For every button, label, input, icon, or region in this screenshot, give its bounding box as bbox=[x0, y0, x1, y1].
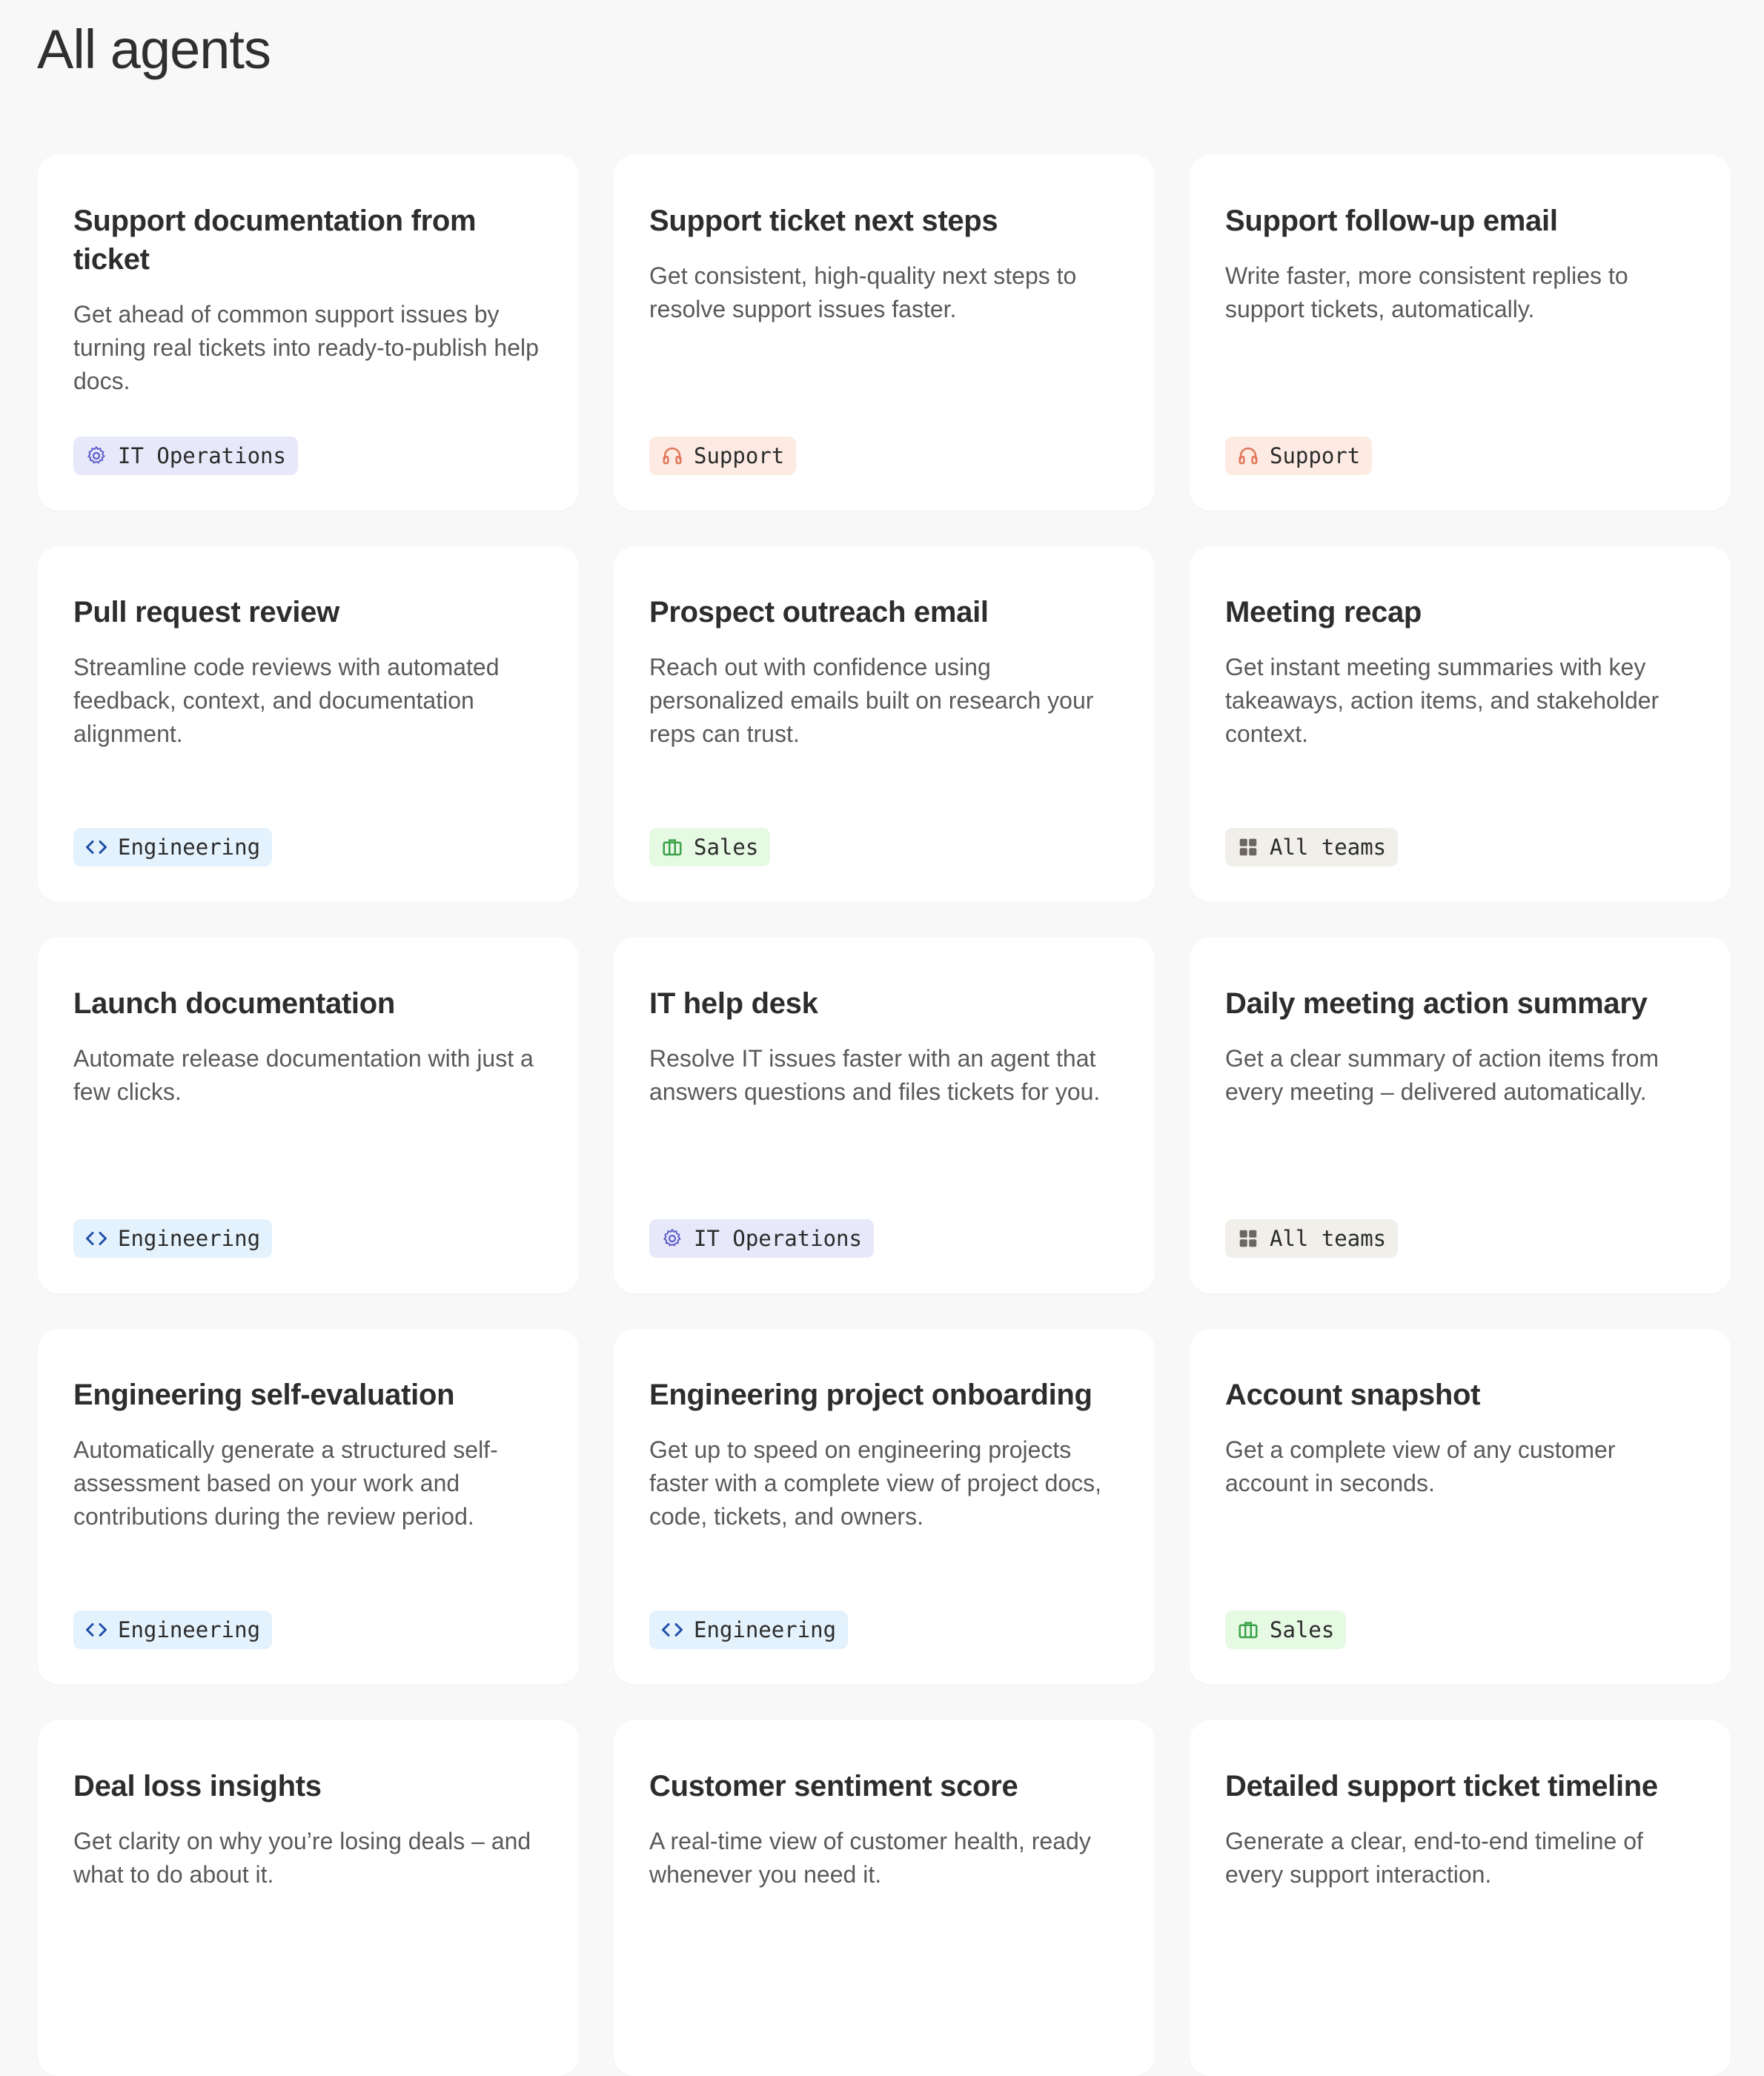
card-description: Streamline code reviews with automated f… bbox=[73, 654, 500, 747]
team-badge: Support bbox=[1225, 437, 1373, 475]
briefcase-icon bbox=[661, 836, 683, 858]
card-title: Pull request review bbox=[73, 596, 339, 629]
card-description: Get a complete view of any customer acco… bbox=[1225, 1436, 1616, 1496]
card-title: Detailed support ticket timeline bbox=[1225, 1770, 1658, 1803]
card-description: Write faster, more consistent replies to… bbox=[1225, 262, 1628, 322]
team-badge: IT Operations bbox=[73, 437, 298, 475]
grid-icon bbox=[1237, 1227, 1259, 1250]
agent-card-it-help-desk[interactable]: IT help desk Resolve IT issues faster wi… bbox=[614, 938, 1155, 1293]
card-title: Prospect outreach email bbox=[649, 596, 989, 629]
team-label: Engineering bbox=[118, 1617, 261, 1642]
team-badge: Sales bbox=[1225, 1611, 1347, 1649]
team-label: IT Operations bbox=[694, 1226, 862, 1251]
agent-card-detailed-support-ticket-timeline[interactable]: Detailed support ticket timeline Generat… bbox=[1190, 1720, 1731, 2076]
code-icon bbox=[85, 1619, 107, 1641]
headset-icon bbox=[661, 445, 683, 467]
grid-icon bbox=[1237, 836, 1259, 858]
card-title: Deal loss insights bbox=[73, 1770, 322, 1803]
card-title: Engineering self-evaluation bbox=[73, 1379, 455, 1411]
card-description: Get up to speed on engineering projects … bbox=[649, 1436, 1102, 1530]
team-label: All teams bbox=[1270, 1226, 1387, 1251]
card-description: A real-time view of customer health, rea… bbox=[649, 1828, 1091, 1888]
briefcase-icon bbox=[1237, 1619, 1259, 1641]
code-icon bbox=[85, 1227, 107, 1250]
team-label: Engineering bbox=[118, 1226, 261, 1251]
card-title: Launch documentation bbox=[73, 987, 396, 1020]
team-badge: Support bbox=[649, 437, 797, 475]
team-label: All teams bbox=[1270, 835, 1387, 860]
agent-card-support-follow-up-email[interactable]: Support follow-up email Write faster, mo… bbox=[1190, 155, 1731, 511]
agent-card-launch-documentation[interactable]: Launch documentation Automate release do… bbox=[38, 938, 579, 1293]
card-description: Reach out with confidence using personal… bbox=[649, 654, 1094, 747]
agent-card-support-ticket-next-steps[interactable]: Support ticket next steps Get consistent… bbox=[614, 155, 1155, 511]
card-description: Generate a clear, end-to-end timeline of… bbox=[1225, 1828, 1643, 1888]
code-icon bbox=[85, 836, 107, 858]
agent-card-daily-meeting-action-summary[interactable]: Daily meeting action summary Get a clear… bbox=[1190, 938, 1731, 1293]
team-badge: Engineering bbox=[73, 1219, 273, 1258]
card-description: Get a clear summary of action items from… bbox=[1225, 1045, 1659, 1105]
card-description: Get consistent, high-quality next steps … bbox=[649, 262, 1077, 322]
card-title: Daily meeting action summary bbox=[1225, 987, 1648, 1020]
card-title: Support ticket next steps bbox=[649, 205, 998, 237]
card-description: Automate release documentation with just… bbox=[73, 1045, 534, 1105]
team-label: Support bbox=[694, 443, 785, 468]
agent-card-prospect-outreach-email[interactable]: Prospect outreach email Reach out with c… bbox=[614, 546, 1155, 902]
headset-icon bbox=[1237, 445, 1259, 467]
gear-icon bbox=[85, 445, 107, 467]
card-description: Automatically generate a structured self… bbox=[73, 1436, 498, 1530]
team-label: Engineering bbox=[694, 1617, 837, 1642]
agent-card-engineering-self-evaluation[interactable]: Engineering self-evaluation Automaticall… bbox=[38, 1329, 579, 1685]
team-badge: Sales bbox=[649, 828, 771, 866]
card-description: Resolve IT issues faster with an agent t… bbox=[649, 1045, 1101, 1105]
agent-card-customer-sentiment-score[interactable]: Customer sentiment score A real-time vie… bbox=[614, 1720, 1155, 2076]
card-title: Meeting recap bbox=[1225, 596, 1422, 629]
agent-card-engineering-project-onboarding[interactable]: Engineering project onboarding Get up to… bbox=[614, 1329, 1155, 1685]
agent-card-meeting-recap[interactable]: Meeting recap Get instant meeting summar… bbox=[1190, 546, 1731, 902]
team-badge: All teams bbox=[1225, 828, 1399, 866]
team-label: Sales bbox=[694, 835, 759, 860]
agents-grid: Support documentation from ticket Get ah… bbox=[38, 155, 1731, 2076]
card-title: Engineering project onboarding bbox=[649, 1379, 1092, 1411]
card-description: Get instant meeting summaries with key t… bbox=[1225, 654, 1659, 747]
card-title: Customer sentiment score bbox=[649, 1770, 1018, 1803]
team-label: Support bbox=[1270, 443, 1361, 468]
page-title: All agents bbox=[37, 19, 271, 80]
team-badge: Engineering bbox=[73, 1611, 273, 1649]
agent-card-account-snapshot[interactable]: Account snapshot Get a complete view of … bbox=[1190, 1329, 1731, 1685]
team-label: Sales bbox=[1270, 1617, 1335, 1642]
card-description: Get clarity on why you’re losing deals –… bbox=[73, 1828, 531, 1888]
card-title: Support documentation from ticket bbox=[73, 205, 477, 276]
team-badge: Engineering bbox=[73, 828, 273, 866]
card-title: Support follow-up email bbox=[1225, 205, 1558, 237]
team-label: Engineering bbox=[118, 835, 261, 860]
team-badge: All teams bbox=[1225, 1219, 1399, 1258]
card-title: Account snapshot bbox=[1225, 1379, 1481, 1411]
gear-icon bbox=[661, 1227, 683, 1250]
team-label: IT Operations bbox=[118, 443, 286, 468]
card-title: IT help desk bbox=[649, 987, 818, 1020]
team-badge: IT Operations bbox=[649, 1219, 874, 1258]
agent-card-support-documentation-from-ticket[interactable]: Support documentation from ticket Get ah… bbox=[38, 155, 579, 511]
agent-card-deal-loss-insights[interactable]: Deal loss insights Get clarity on why yo… bbox=[38, 1720, 579, 2076]
team-badge: Engineering bbox=[649, 1611, 849, 1649]
card-description: Get ahead of common support issues by tu… bbox=[73, 301, 539, 394]
agent-card-pull-request-review[interactable]: Pull request review Streamline code revi… bbox=[38, 546, 579, 902]
code-icon bbox=[661, 1619, 683, 1641]
